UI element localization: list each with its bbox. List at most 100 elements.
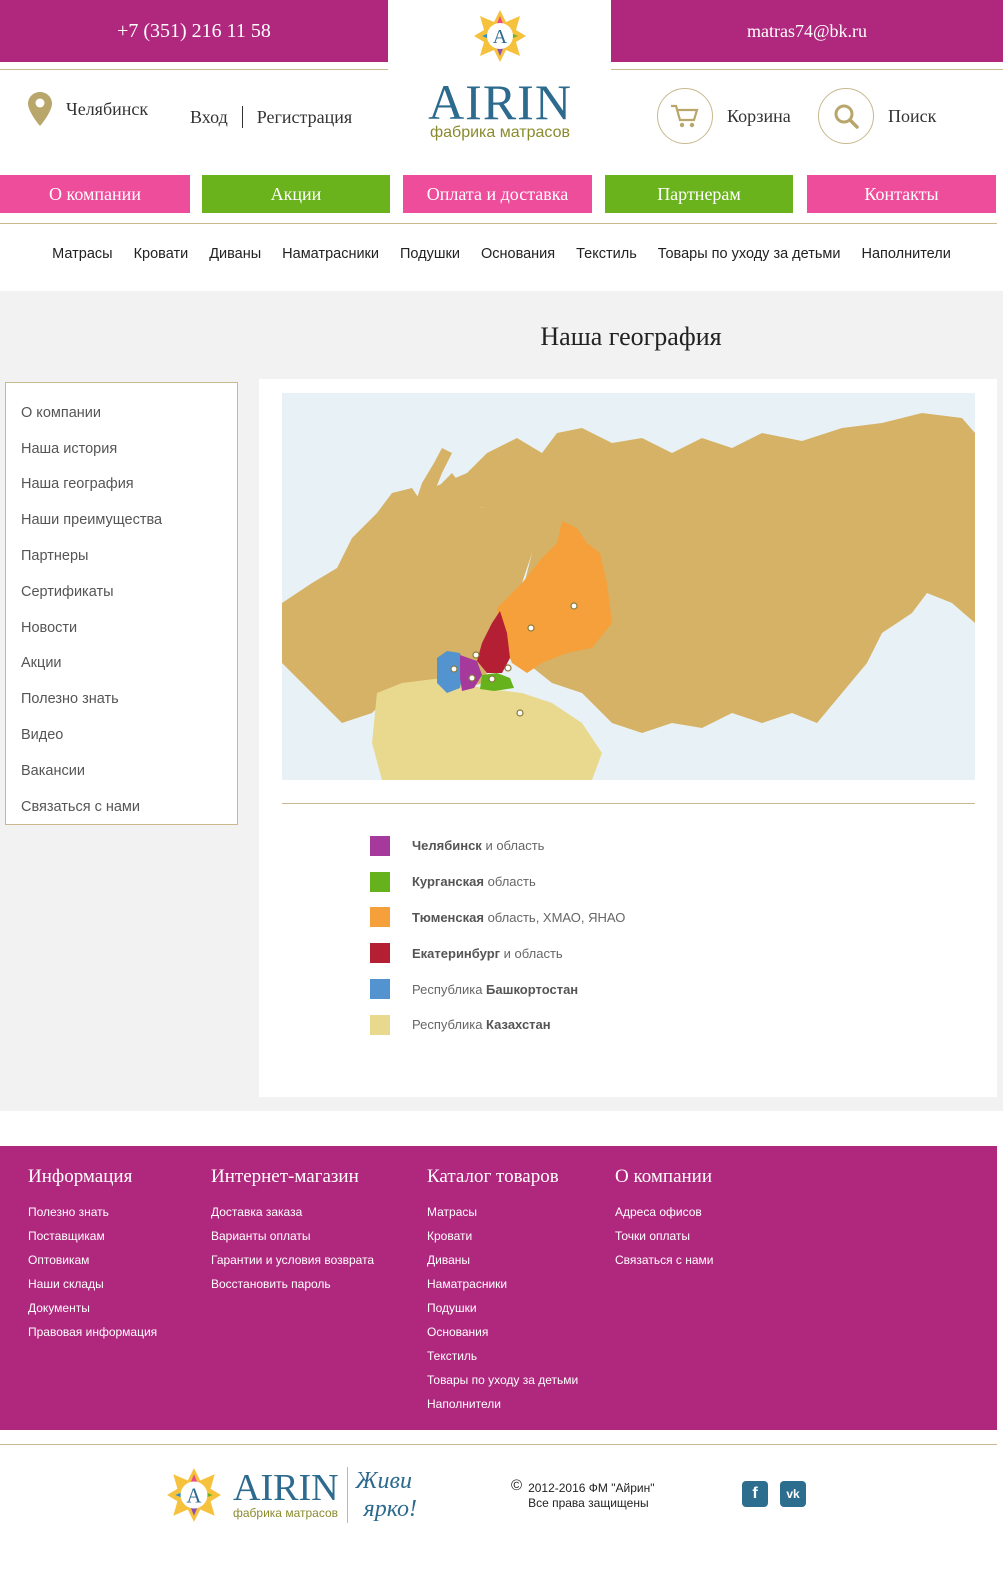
- city-name: Челябинск: [66, 98, 149, 119]
- footer-link[interactable]: Документы: [28, 1296, 157, 1320]
- side-menu-item[interactable]: Новости: [6, 610, 237, 646]
- footer-link[interactable]: Варианты оплаты: [211, 1224, 374, 1248]
- login-link[interactable]: Вход: [190, 107, 228, 128]
- side-menu-item[interactable]: Наши преимущества: [6, 502, 237, 538]
- copyright-line: 2012-2016 ФМ "Айрин": [528, 1481, 655, 1495]
- footer-column-title: Каталог товаров: [427, 1166, 559, 1187]
- footer-link[interactable]: Оптовикам: [28, 1248, 157, 1272]
- social-links: f vk: [742, 1481, 806, 1507]
- footer-link[interactable]: Связаться с нами: [615, 1248, 713, 1272]
- footer-divider: [0, 1444, 997, 1445]
- slogan-line-2: ярко!: [363, 1496, 418, 1522]
- location-pin-icon: [28, 92, 52, 126]
- side-menu-item[interactable]: Акции: [6, 646, 237, 682]
- email-link[interactable]: matras74@bk.ru: [747, 21, 867, 42]
- footer-link[interactable]: Наши склады: [28, 1272, 157, 1296]
- footer-logo-tagline: фабрика матрасов: [233, 1506, 339, 1520]
- facebook-icon[interactable]: f: [742, 1481, 768, 1507]
- legend-swatch: [370, 979, 390, 1000]
- geography-map: [282, 393, 975, 780]
- category-fillers[interactable]: Наполнители: [862, 246, 951, 262]
- footer-link[interactable]: Кровати: [427, 1224, 578, 1248]
- footer-link[interactable]: Поставщикам: [28, 1224, 157, 1248]
- footer-link[interactable]: Адреса офисов: [615, 1200, 713, 1224]
- side-menu-item[interactable]: Связаться с нами: [6, 789, 237, 825]
- side-menu-item[interactable]: Наша история: [6, 431, 237, 467]
- legend-item: Курганская область: [370, 864, 625, 900]
- phone-number[interactable]: +7 (351) 216 11 58: [117, 20, 271, 43]
- logo-divider: [346, 1467, 348, 1523]
- cart-icon: [657, 88, 713, 144]
- side-menu-item[interactable]: Наша география: [6, 467, 237, 503]
- footer-column-title: Информация: [28, 1166, 133, 1187]
- footer-link[interactable]: Диваны: [427, 1248, 578, 1272]
- logo-brand: AIRIN: [428, 74, 572, 130]
- cart-button[interactable]: Корзина: [657, 88, 791, 144]
- footer-column-info: Информация Полезно знать Поставщикам Опт…: [28, 1166, 157, 1344]
- logo-star-icon: A: [167, 1468, 221, 1522]
- footer-link[interactable]: Подушки: [427, 1296, 578, 1320]
- legend-item: Республика Казахстан: [370, 1007, 625, 1043]
- search-icon: [818, 88, 874, 144]
- legend-swatch: [370, 871, 390, 892]
- category-mattresses[interactable]: Матрасы: [52, 246, 112, 262]
- side-menu-item[interactable]: Сертификаты: [6, 574, 237, 610]
- copyright: © 2012-2016 ФМ "Айрин" Все права защищен…: [511, 1478, 654, 1511]
- legend-swatch: [370, 907, 390, 928]
- footer-link[interactable]: Гарантии и условия возврата: [211, 1248, 374, 1272]
- register-link[interactable]: Регистрация: [257, 107, 352, 128]
- side-menu-item[interactable]: О компании: [6, 395, 237, 431]
- header-divider-right: [611, 69, 1003, 70]
- logo-tagline: фабрика матрасов: [429, 124, 570, 141]
- footer-logo[interactable]: A AIRIN фабрика матрасов Живи ярко!: [165, 1466, 417, 1524]
- search-button[interactable]: Поиск: [818, 88, 936, 144]
- footer: Информация Полезно знать Поставщикам Опт…: [0, 1146, 997, 1430]
- nav-payment-delivery[interactable]: Оплата и доставка: [403, 175, 592, 213]
- footer-column-catalog: Каталог товаров Матрасы Кровати Диваны Н…: [427, 1166, 578, 1416]
- nav-about[interactable]: О компании: [0, 175, 190, 213]
- site-logo[interactable]: A AIRIN фабрика матрасов: [412, 8, 588, 142]
- nav-partners[interactable]: Партнерам: [605, 175, 793, 213]
- category-child-care[interactable]: Товары по уходу за детьми: [658, 246, 841, 262]
- copyright-rights: Все права защищены: [528, 1496, 649, 1510]
- footer-link[interactable]: Восстановить пароль: [211, 1272, 374, 1296]
- category-bases[interactable]: Основания: [481, 246, 555, 262]
- nav-promotions[interactable]: Акции: [202, 175, 390, 213]
- email-bar: matras74@bk.ru: [611, 0, 1003, 62]
- category-beds[interactable]: Кровати: [134, 246, 189, 262]
- legend-item: Тюменская область, ХМАО, ЯНАО: [370, 900, 625, 936]
- side-menu-item[interactable]: Партнеры: [6, 538, 237, 574]
- footer-link[interactable]: Правовая информация: [28, 1320, 157, 1344]
- page-title: Наша география: [540, 322, 722, 351]
- footer-link[interactable]: Наполнители: [427, 1392, 578, 1416]
- legend-item: Челябинск и область: [370, 828, 625, 864]
- footer-link[interactable]: Товары по уходу за детьми: [427, 1368, 578, 1392]
- copyright-icon: ©: [511, 1477, 523, 1494]
- category-sofas[interactable]: Диваны: [209, 246, 261, 262]
- footer-link[interactable]: Наматрасники: [427, 1272, 578, 1296]
- footer-link[interactable]: Доставка заказа: [211, 1200, 374, 1224]
- side-menu-item[interactable]: Вакансии: [6, 753, 237, 789]
- search-label: Поиск: [888, 105, 937, 126]
- category-toppers[interactable]: Наматрасники: [282, 246, 379, 262]
- footer-column-company: О компании Адреса офисов Точки оплаты Св…: [615, 1166, 713, 1272]
- side-menu-item[interactable]: Полезно знать: [6, 681, 237, 717]
- legend-item: Екатеринбург и область: [370, 935, 625, 971]
- side-menu-item[interactable]: Видео: [6, 717, 237, 753]
- city-selector[interactable]: Челябинск: [28, 92, 148, 126]
- nav-contacts[interactable]: Контакты: [807, 175, 996, 213]
- vk-icon[interactable]: vk: [780, 1481, 806, 1507]
- footer-link[interactable]: Матрасы: [427, 1200, 578, 1224]
- footer-link[interactable]: Полезно знать: [28, 1200, 157, 1224]
- map-divider: [282, 803, 975, 804]
- category-pillows[interactable]: Подушки: [400, 246, 460, 262]
- auth-separator: [241, 106, 243, 128]
- footer-link[interactable]: Текстиль: [427, 1344, 578, 1368]
- legend-swatch: [370, 943, 390, 964]
- svg-text:A: A: [493, 26, 508, 48]
- legend-swatch: [370, 1014, 390, 1035]
- category-textiles[interactable]: Текстиль: [576, 246, 637, 262]
- map-region-bashkortostan: [437, 651, 464, 693]
- footer-link[interactable]: Основания: [427, 1320, 578, 1344]
- footer-link[interactable]: Точки оплаты: [615, 1224, 713, 1248]
